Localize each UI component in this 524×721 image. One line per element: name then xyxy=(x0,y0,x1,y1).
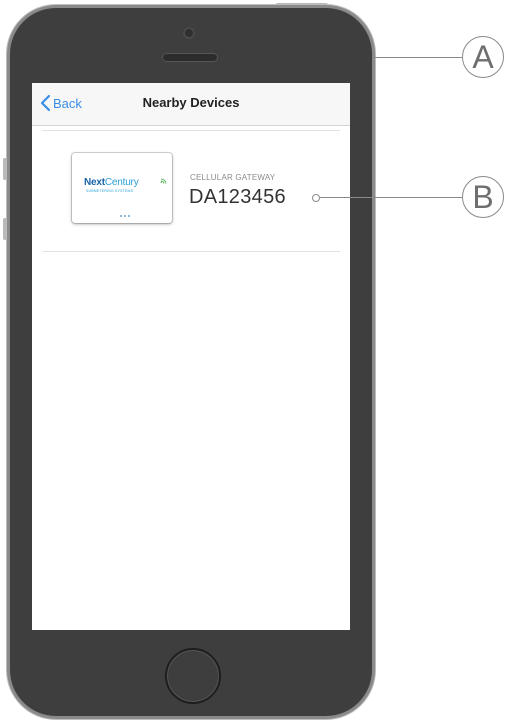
volume-up-button xyxy=(3,158,10,180)
callout-a-leader-line xyxy=(374,57,462,58)
wifi-signal-icon xyxy=(160,178,167,184)
home-button[interactable] xyxy=(165,648,221,704)
divider xyxy=(42,251,340,252)
device-thumbnail: NextCentury SUBMETERING SYSTEMS xyxy=(72,153,172,223)
callout-b-anchor-dot xyxy=(312,194,320,202)
page-title: Nearby Devices xyxy=(142,95,240,110)
earpiece-speaker xyxy=(162,53,218,62)
device-id: DA123456 xyxy=(189,186,286,208)
front-camera xyxy=(183,27,195,39)
phone-screen: Back Nearby Devices NextCentury SUBMETER… xyxy=(32,83,350,630)
volume-down-button xyxy=(3,218,10,240)
navigation-bar: Back Nearby Devices xyxy=(32,83,350,126)
illustration: Back Nearby Devices NextCentury SUBMETER… xyxy=(0,0,524,721)
device-type-label: CELLULAR GATEWAY xyxy=(190,173,276,182)
divider xyxy=(42,130,340,131)
nextcentury-logo: NextCentury SUBMETERING SYSTEMS xyxy=(84,178,167,198)
callout-a-marker: A xyxy=(462,36,504,78)
device-list-item[interactable]: NextCentury SUBMETERING SYSTEMS CELLULAR… xyxy=(32,133,350,251)
callout-b-marker: B xyxy=(462,176,504,218)
device-led-indicators xyxy=(120,215,130,217)
callout-b-leader-line xyxy=(320,197,462,198)
